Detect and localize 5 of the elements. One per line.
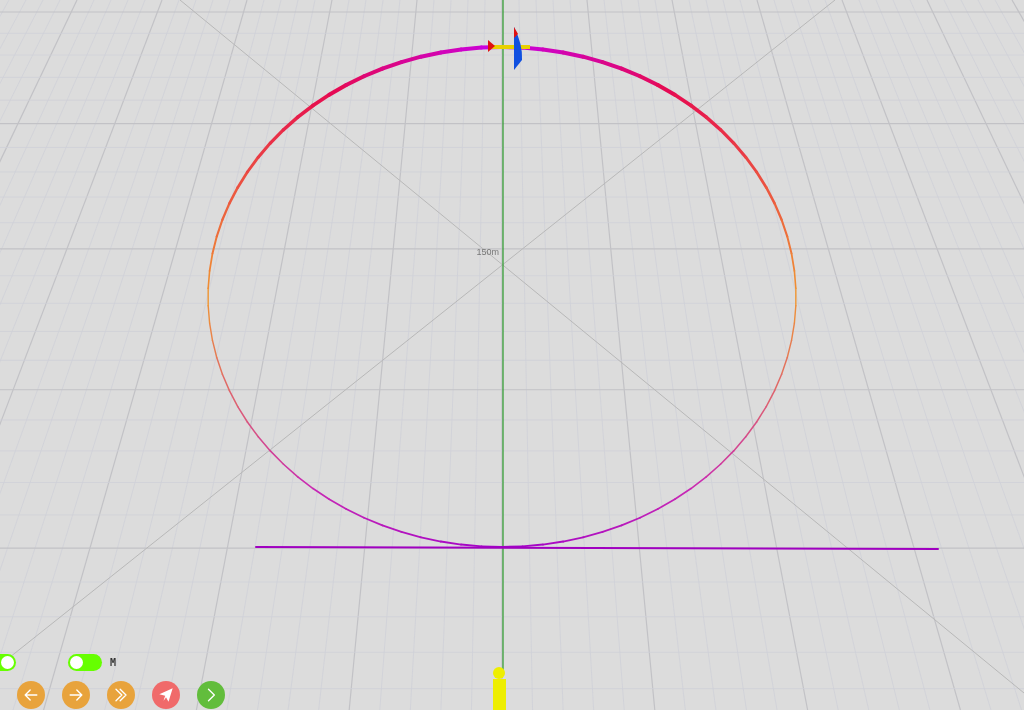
distance-label: 150m <box>476 247 499 257</box>
marker-drawing <box>493 667 506 710</box>
airplane-drawing <box>488 27 530 70</box>
toggle-label: M <box>110 657 117 668</box>
toggle-switch[interactable] <box>68 654 102 671</box>
